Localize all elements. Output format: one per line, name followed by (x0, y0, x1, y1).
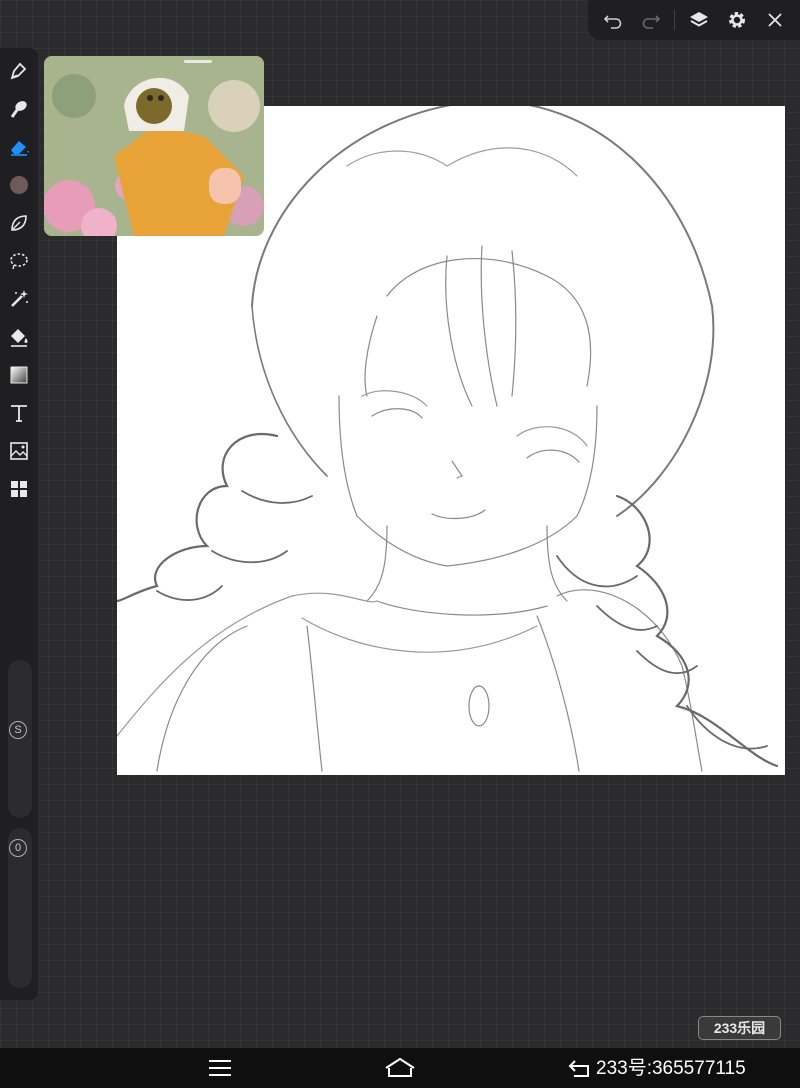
reference-image[interactable] (44, 56, 264, 236)
eraser-icon (11, 141, 29, 156)
grid-icon (11, 481, 27, 497)
back-button[interactable] (560, 1054, 600, 1082)
text-tool[interactable] (4, 398, 34, 428)
settings-icon (728, 12, 745, 28)
eraser-tool[interactable] (4, 132, 34, 162)
menu-button[interactable] (200, 1054, 240, 1082)
back-icon (568, 1060, 589, 1077)
redo-icon (642, 15, 661, 29)
close-icon (768, 13, 782, 27)
user-id-label: 233号:365577115 (596, 1058, 746, 1079)
magic-wand-tool[interactable] (4, 284, 34, 314)
reference-drag-handle[interactable] (184, 60, 212, 63)
close-button[interactable] (760, 5, 790, 35)
home-button[interactable] (380, 1054, 420, 1082)
undo-button[interactable] (598, 5, 628, 35)
menu-icon (209, 1060, 231, 1076)
image-tool[interactable] (4, 436, 34, 466)
leaf-brush-icon (11, 215, 27, 231)
fill-bucket-icon (11, 329, 28, 347)
leaf-brush-tool[interactable] (4, 208, 34, 238)
watermark-badge: 233乐园 (698, 1016, 781, 1040)
settings-button[interactable] (722, 5, 752, 35)
layers-icon (689, 12, 708, 27)
lasso-tool[interactable] (4, 246, 34, 276)
brush-size-slider[interactable] (8, 660, 32, 818)
reference-photo (44, 56, 264, 236)
gradient-icon (10, 366, 28, 384)
current-color-swatch (10, 176, 28, 194)
layers-button[interactable] (684, 5, 714, 35)
smudge-tool[interactable] (4, 94, 34, 124)
redo-button[interactable] (636, 5, 666, 35)
opacity-knob[interactable]: 0 (9, 839, 27, 857)
undo-icon (603, 15, 622, 29)
text-icon (11, 405, 27, 422)
smudge-icon (10, 101, 27, 118)
home-icon (385, 1057, 415, 1077)
grid-tool[interactable] (4, 474, 34, 504)
gradient-tool[interactable] (4, 360, 34, 390)
magic-wand-icon (11, 290, 28, 307)
system-nav-bar: 233号:365577115 (0, 1048, 800, 1088)
image-icon (10, 442, 28, 460)
fill-bucket-tool[interactable] (4, 322, 34, 352)
color-picker[interactable] (4, 170, 34, 200)
pen-icon (10, 62, 27, 80)
lasso-icon (10, 253, 28, 270)
toolbar-divider (674, 10, 676, 30)
top-toolbar (588, 0, 800, 40)
brush-size-knob[interactable]: S (9, 721, 27, 739)
pen-tool[interactable] (4, 56, 34, 86)
left-toolbar: S 0 (0, 48, 38, 1000)
